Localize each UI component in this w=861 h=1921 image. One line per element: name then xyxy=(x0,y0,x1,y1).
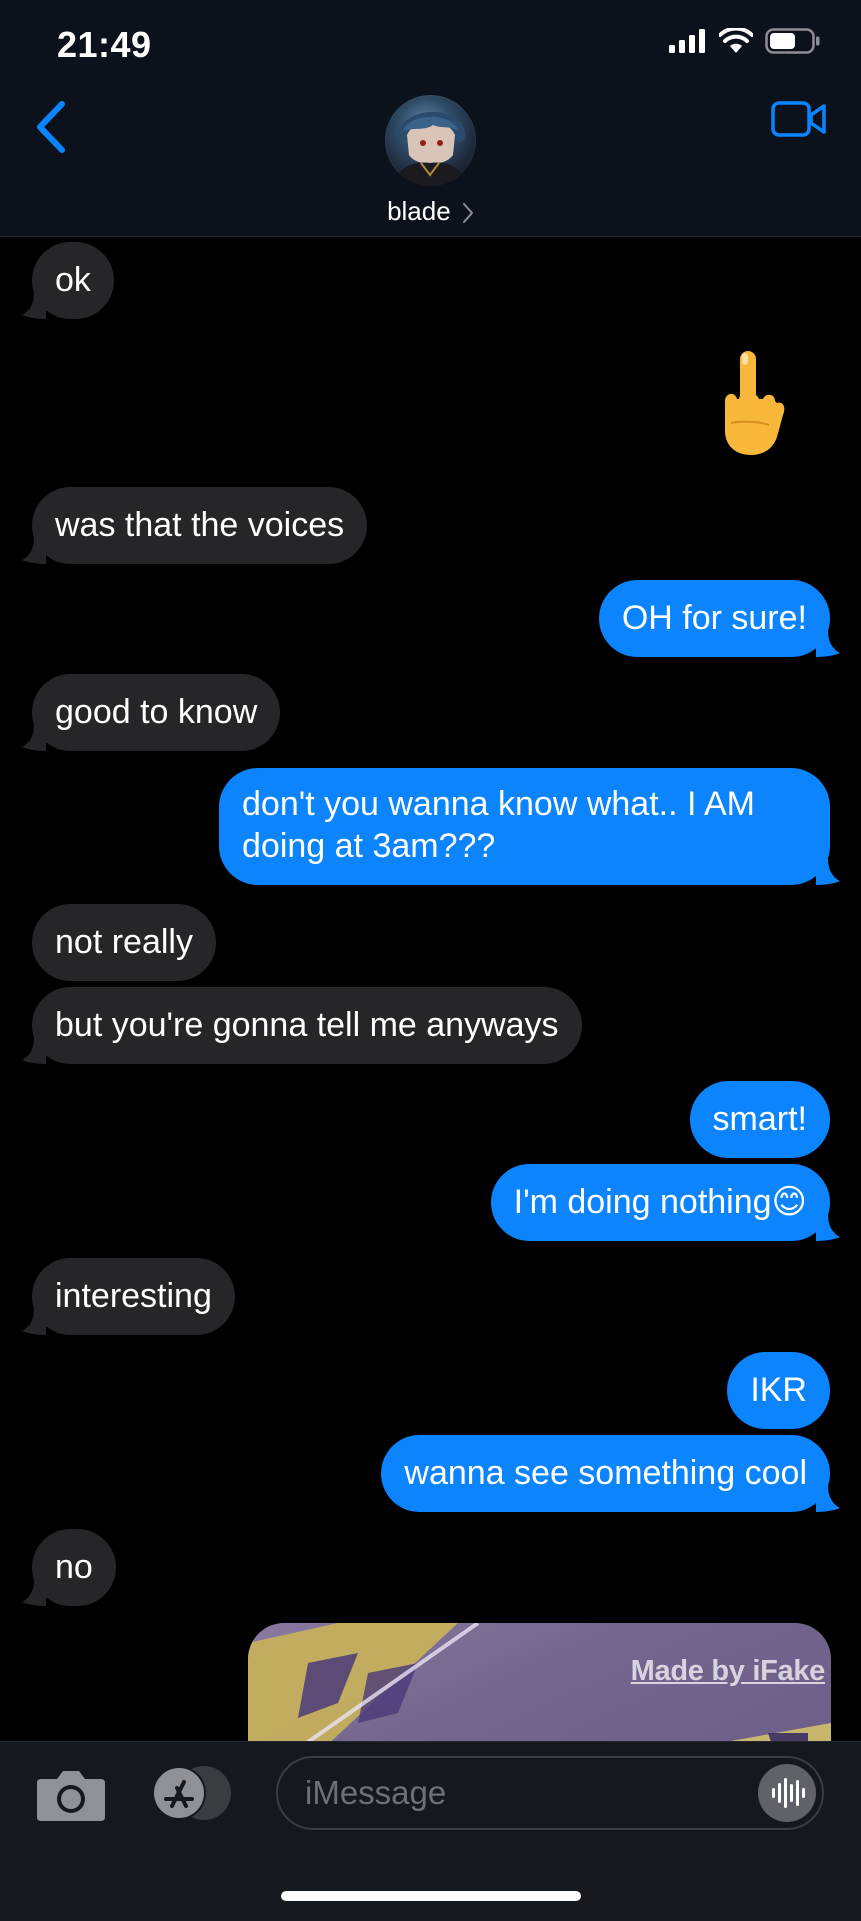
status-icons xyxy=(669,28,821,54)
app-store-icon xyxy=(152,1766,231,1820)
bubble-tail xyxy=(816,631,840,657)
cellular-signal-icon xyxy=(669,29,705,53)
chevron-left-icon xyxy=(37,101,65,153)
camera-icon xyxy=(37,1771,105,1821)
incoming-message-bubble[interactable]: no xyxy=(22,1529,116,1606)
contact-name-button[interactable]: blade xyxy=(0,196,861,227)
bubble-tail xyxy=(22,538,46,564)
video-camera-icon xyxy=(771,101,826,137)
back-button[interactable] xyxy=(30,98,74,156)
message-list[interactable]: ok 🖕 was that the voices OH for sure! go… xyxy=(0,237,861,1741)
outgoing-image-message[interactable]: Made by iFake xyxy=(248,1623,831,1741)
camera-button[interactable] xyxy=(35,1767,107,1823)
outgoing-message-bubble[interactable]: wanna see something cool xyxy=(381,1435,840,1512)
video-call-button[interactable] xyxy=(771,100,827,138)
incoming-message-bubble[interactable]: not really xyxy=(32,904,216,981)
battery-icon xyxy=(765,28,820,54)
image-watermark: Made by iFake xyxy=(630,1655,826,1687)
home-indicator xyxy=(281,1891,581,1901)
incoming-message-bubble[interactable]: interesting xyxy=(22,1258,235,1335)
bubble-tail xyxy=(22,1580,46,1606)
message-input-bar xyxy=(0,1741,861,1921)
outgoing-message-bubble[interactable]: OH for sure! xyxy=(598,580,840,657)
message-text: wanna see something cool xyxy=(404,1454,807,1492)
message-text: but you're gonna tell me anyways xyxy=(55,1006,559,1044)
message-text: no xyxy=(55,1548,93,1586)
message-text: I'm doing nothing😊 xyxy=(513,1183,807,1221)
audio-message-button[interactable] xyxy=(758,1764,816,1822)
wifi-icon xyxy=(719,28,753,53)
imessage-input[interactable] xyxy=(276,1756,824,1830)
message-text: ok xyxy=(55,261,91,299)
middle-finger-emoji-icon xyxy=(725,351,785,455)
message-text: OH for sure! xyxy=(621,599,807,637)
bubble-tail xyxy=(22,1038,46,1064)
status-time: 21:49 xyxy=(57,24,152,65)
contact-avatar[interactable] xyxy=(385,95,476,186)
app-store-button[interactable] xyxy=(150,1764,232,1822)
contact-name: blade xyxy=(387,196,451,226)
incoming-message-bubble[interactable]: ok xyxy=(22,242,114,319)
incoming-message-bubble[interactable]: good to know xyxy=(22,674,281,751)
bubble-tail xyxy=(22,1309,46,1335)
chevron-right-icon xyxy=(462,203,473,224)
status-bar: 21:49 xyxy=(0,0,861,90)
message-text: not really xyxy=(55,923,193,961)
message-text: interesting xyxy=(55,1277,212,1315)
bubble-tail xyxy=(816,859,840,885)
waveform-icon xyxy=(772,1778,805,1808)
outgoing-message-bubble[interactable]: I'm doing nothing😊 xyxy=(490,1164,840,1241)
message-text: IKR xyxy=(750,1371,807,1409)
bubble-tail xyxy=(22,725,46,751)
outgoing-message-bubble[interactable]: IKR xyxy=(727,1352,830,1429)
message-text: don't you wanna know what.. I AM doing a… xyxy=(242,785,756,865)
avatar-image xyxy=(393,111,469,186)
incoming-message-bubble[interactable]: was that the voices xyxy=(22,487,368,564)
bubble-tail xyxy=(816,1215,840,1241)
message-text: was that the voices xyxy=(55,506,345,544)
message-text: good to know xyxy=(55,693,258,731)
incoming-message-bubble[interactable]: but you're gonna tell me anyways xyxy=(22,987,582,1064)
bubble-tail xyxy=(22,293,46,319)
bubble-tail xyxy=(816,1486,840,1512)
outgoing-emoji-message[interactable]: 🖕 xyxy=(711,349,791,459)
outgoing-message-bubble[interactable]: smart! xyxy=(689,1081,830,1158)
outgoing-message-bubble[interactable]: don't you wanna know what.. I AM doing a… xyxy=(219,768,840,885)
message-text: smart! xyxy=(712,1100,807,1138)
